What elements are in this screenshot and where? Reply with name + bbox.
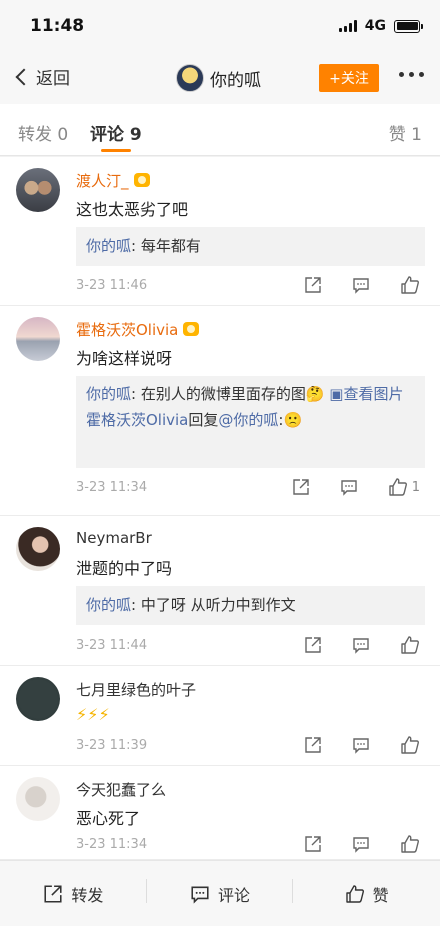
reply-text: 回复 [188, 411, 219, 429]
chevron-left-icon [15, 68, 33, 85]
comment-time: 3-23 11:46 [76, 278, 148, 293]
reply-line: 你的呱: 在别人的微博里面存的图🤔 ▣查看图片 [86, 381, 415, 407]
comment-actions [304, 275, 420, 295]
tab-bar: 转发 0 评论 9 赞 1 [0, 104, 440, 156]
reply-author-link[interactable]: 霍格沃茨Olivia [86, 411, 188, 429]
bottom-action-bar: 转发 评论 赞 [0, 860, 440, 926]
avatar[interactable] [16, 777, 60, 821]
like-button[interactable]: 1 [388, 477, 420, 497]
comment-item: 七月里绿色的叶子 ⚡⚡⚡ 3-23 11:39 [0, 666, 440, 766]
comment-time: 3-23 11:34 [76, 480, 148, 495]
more-icon[interactable] [399, 72, 424, 77]
status-indicators: 4G [338, 18, 423, 34]
comment-icon[interactable] [352, 635, 372, 655]
mention-link[interactable]: @你的呱 [218, 411, 278, 429]
comment-author[interactable]: 七月里绿色的叶子 [76, 679, 196, 700]
avatar[interactable] [16, 527, 60, 571]
comment-actions [304, 834, 420, 854]
reply-box[interactable]: 你的呱: 每年都有 [76, 227, 425, 266]
tab-comment[interactable]: 评论 9 [90, 120, 142, 145]
comment-icon[interactable] [352, 834, 372, 854]
reply-author-link[interactable]: 你的呱 [86, 237, 131, 255]
reply-box[interactable]: 你的呱: 在别人的微博里面存的图🤔 ▣查看图片 霍格沃茨Olivia回复@你的呱… [76, 376, 425, 468]
comment-item: 渡人汀_ 这也太恶劣了吧 你的呱: 每年都有 3-23 11:46 [0, 157, 440, 306]
reply-text: : 在别人的微博里面存的图🤔 [131, 385, 330, 403]
comment-icon[interactable] [352, 735, 372, 755]
avatar[interactable] [16, 317, 60, 361]
comment-author[interactable]: 渡人汀_ [76, 170, 150, 191]
reply-text: : 每年都有 [131, 237, 201, 255]
status-bar: 11:48 4G [0, 0, 440, 52]
comment-label: 评论 [218, 885, 251, 905]
battery-icon [394, 19, 423, 33]
share-icon[interactable] [304, 735, 324, 755]
reply-box[interactable]: 你的呱: 中了呀 从听力中到作文 [76, 586, 425, 625]
comment-text: ⚡⚡⚡ [76, 705, 110, 724]
comment-time: 3-23 11:44 [76, 638, 148, 653]
status-time: 11:48 [30, 16, 85, 36]
comment-text: 为啥这样说呀 [76, 349, 173, 368]
comment-time: 3-23 11:34 [76, 837, 148, 852]
comment-text: 这也太恶劣了吧 [76, 200, 189, 219]
comment-list: 渡人汀_ 这也太恶劣了吧 你的呱: 每年都有 3-23 11:46 霍格沃茨Ol… [0, 157, 440, 860]
vip-badge-icon [183, 322, 200, 336]
comment-item: 今天犯蠢了么 恶心死了 3-23 11:34 [0, 766, 440, 860]
reply-text: : 中了呀 从听力中到作文 [131, 596, 296, 614]
share-icon [44, 884, 62, 903]
like-icon[interactable] [400, 635, 420, 655]
comment-icon [191, 886, 209, 904]
like-icon [345, 884, 364, 903]
comment-icon[interactable] [352, 275, 372, 295]
reply-line: 霍格沃茨Olivia回复@你的呱:🙁 [86, 407, 415, 433]
comment-text: 泄题的中了吗 [76, 559, 173, 578]
avatar[interactable] [16, 677, 60, 721]
avatar [176, 64, 204, 92]
comment-item: NeymarBr 泄题的中了吗 你的呱: 中了呀 从听力中到作文 3-23 11… [0, 516, 440, 666]
like-icon[interactable] [400, 834, 420, 854]
share-icon[interactable] [304, 275, 324, 295]
repost-button[interactable]: 转发 [0, 861, 147, 926]
page-title: 你的呱 [210, 70, 261, 91]
avatar[interactable] [16, 168, 60, 212]
signal-icon [338, 20, 357, 32]
like-button[interactable]: 赞 [293, 861, 440, 926]
reply-text: :🙁 [278, 411, 303, 429]
repost-label: 转发 [71, 885, 104, 905]
like-icon[interactable] [400, 735, 420, 755]
like-label: 赞 [372, 885, 389, 905]
network-label: 4G [364, 18, 386, 34]
tab-repost[interactable]: 转发 0 [18, 120, 68, 145]
follow-button[interactable]: +关注 [319, 64, 379, 92]
comment-text: 恶心死了 [76, 809, 141, 828]
back-label: 返回 [36, 69, 70, 89]
comment-author[interactable]: 霍格沃茨Olivia [76, 319, 200, 340]
like-icon [389, 478, 407, 496]
comment-item: 霍格沃茨Olivia 为啥这样说呀 你的呱: 在别人的微博里面存的图🤔 ▣查看图… [0, 306, 440, 516]
like-count: 1 [411, 479, 420, 495]
comment-actions [304, 735, 420, 755]
comment-time: 3-23 11:39 [76, 738, 148, 753]
reply-author-link[interactable]: 你的呱 [86, 385, 131, 403]
comment-button[interactable]: 评论 [147, 861, 294, 926]
tab-indicator [101, 149, 131, 152]
vip-badge-icon [133, 173, 150, 187]
tab-like[interactable]: 赞 1 [389, 120, 422, 145]
share-icon[interactable] [304, 834, 324, 854]
share-icon[interactable] [292, 477, 312, 497]
reply-author-link[interactable]: 你的呱 [86, 596, 131, 614]
share-icon[interactable] [304, 635, 324, 655]
comment-actions: 1 [292, 477, 420, 497]
comment-actions [304, 635, 420, 655]
image-icon: ▣ [329, 385, 344, 403]
back-button[interactable]: 返回 [12, 64, 70, 89]
like-icon[interactable] [400, 275, 420, 295]
nav-bar: 返回 你的呱 +关注 [0, 52, 440, 104]
comment-icon[interactable] [340, 477, 360, 497]
comment-author[interactable]: NeymarBr [76, 529, 152, 547]
nav-title[interactable]: 你的呱 [176, 64, 261, 92]
view-image-link[interactable]: 查看图片 [343, 385, 403, 403]
comment-author[interactable]: 今天犯蠢了么 [76, 779, 166, 800]
